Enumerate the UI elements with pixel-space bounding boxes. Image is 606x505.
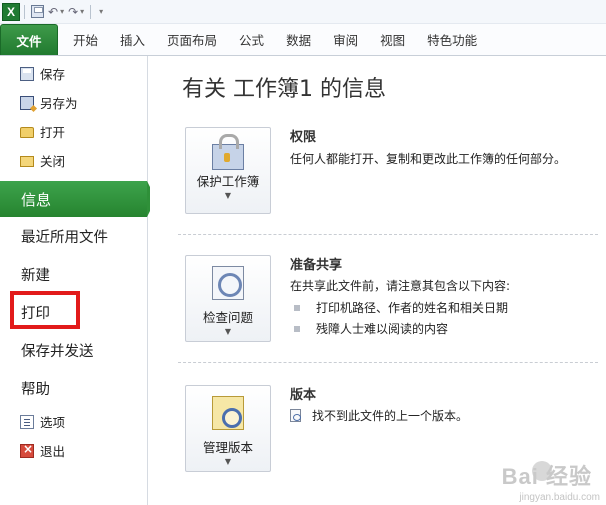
- undo-icon[interactable]: ↶ ▾: [46, 3, 66, 21]
- nav-item-save-and-send[interactable]: 保存并发送: [0, 331, 147, 369]
- ribbon-tab-bar: 文件 开始 插入 页面布局 公式 数据 审阅 视图 特色功能: [0, 24, 606, 56]
- backstage-nav: 保存 另存为 打开 关闭 信息 最近所用文件 新建 打印 保存并发送 帮助 选项…: [0, 56, 156, 505]
- chevron-down-icon: ▼: [224, 457, 232, 466]
- close-folder-icon: [20, 156, 34, 167]
- nav-item-label: 保存: [40, 67, 66, 82]
- lock-icon: [212, 134, 244, 170]
- nav-item-label: 关闭: [40, 154, 66, 169]
- print-highlight-box: [10, 291, 80, 329]
- tab-home[interactable]: 开始: [62, 24, 109, 55]
- save-as-icon: [20, 95, 34, 110]
- manage-versions-button[interactable]: 管理版本 ▼: [185, 385, 271, 472]
- watermark-logo-text: Bai 经验: [501, 464, 592, 489]
- nav-item-help[interactable]: 帮助: [0, 369, 147, 407]
- nav-item-exit[interactable]: 退出: [0, 436, 147, 465]
- tab-page-layout[interactable]: 页面布局: [156, 24, 228, 55]
- section-heading: 权限: [290, 130, 317, 145]
- nav-item-label: 退出: [40, 444, 66, 459]
- open-folder-icon: [20, 127, 34, 138]
- nav-item-info[interactable]: 信息: [0, 181, 156, 217]
- tab-review[interactable]: 审阅: [322, 24, 369, 55]
- nav-item-label: 选项: [40, 415, 66, 430]
- watermark-url: jingyan.baidu.com: [519, 492, 600, 503]
- button-label: 检查问题: [202, 310, 253, 325]
- nav-item-label: 打开: [40, 125, 66, 140]
- list-item: 残障人士难以阅读的内容: [294, 320, 448, 337]
- chevron-down-icon: ▼: [224, 327, 232, 336]
- redo-icon[interactable]: ↷ ▾: [66, 3, 86, 21]
- bullet-icon: [294, 325, 300, 332]
- quick-access-toolbar: X ↶ ▾ ↷ ▾ ▾: [0, 0, 606, 24]
- section-body: 任何人都能打开、复制和更改此工作簿的任何部分。: [290, 152, 567, 166]
- options-icon: [20, 414, 34, 429]
- tab-formulas[interactable]: 公式: [228, 24, 275, 55]
- section-body-row: 找不到此文件的上一个版本。: [290, 407, 468, 424]
- tab-insert[interactable]: 插入: [109, 24, 156, 55]
- list-item-text: 残障人士难以阅读的内容: [316, 322, 449, 336]
- save-icon[interactable]: [29, 3, 46, 21]
- document-version-icon: [290, 409, 301, 422]
- excel-backstage-window: X ↶ ▾ ↷ ▾ ▾ 文件 开始 插入 页面布局 公式 数据 审阅 视图 特色功能…: [0, 0, 606, 505]
- button-label: 管理版本: [202, 440, 253, 455]
- nav-item-save[interactable]: 保存: [0, 59, 147, 88]
- list-item-text: 打印机路径、作者的姓名和相关日期: [316, 301, 509, 315]
- baidu-jingyan-watermark: Bai 经验 jingyan.baidu.com: [496, 457, 602, 503]
- permissions-section: 保护工作簿 ▼ 权限 任何人都能打开、复制和更改此工作簿的任何部分。: [178, 126, 598, 226]
- manage-versions-icon: [212, 396, 244, 430]
- inspect-document-icon: [212, 266, 244, 300]
- nav-item-open[interactable]: 打开: [0, 117, 147, 146]
- chevron-down-icon[interactable]: ▾: [95, 3, 105, 21]
- section-heading: 版本: [290, 388, 317, 403]
- nav-item-save-as[interactable]: 另存为: [0, 88, 147, 117]
- page-title: 有关 工作簿1 的信息: [182, 77, 386, 102]
- nav-item-recent[interactable]: 最近所用文件: [0, 217, 147, 255]
- tab-view[interactable]: 视图: [369, 24, 416, 55]
- button-label: 保护工作簿: [196, 174, 260, 189]
- toolbar-separator: [90, 4, 92, 19]
- tab-data[interactable]: 数据: [275, 24, 322, 55]
- save-icon: [20, 66, 34, 81]
- tab-file[interactable]: 文件: [0, 24, 58, 55]
- list-item: 打印机路径、作者的姓名和相关日期: [294, 299, 508, 316]
- nav-item-close[interactable]: 关闭: [0, 146, 147, 175]
- protect-workbook-button[interactable]: 保护工作簿 ▼: [185, 127, 271, 214]
- tab-special-features[interactable]: 特色功能: [416, 24, 488, 55]
- section-body: 在共享此文件前，请注意其包含以下内容:: [290, 279, 511, 293]
- toolbar-separator: [24, 4, 25, 19]
- nav-item-label: 另存为: [40, 96, 78, 111]
- section-body: 找不到此文件的上一个版本。: [312, 409, 469, 423]
- excel-app-icon[interactable]: X: [2, 2, 20, 21]
- info-panel: 有关 工作簿1 的信息 保护工作簿 ▼ 权限 任何人都能打开、复制和更改此工作簿…: [150, 56, 606, 505]
- nav-item-options[interactable]: 选项: [0, 407, 147, 436]
- chevron-down-icon: ▼: [224, 191, 232, 200]
- nav-item-new[interactable]: 新建: [0, 255, 147, 293]
- section-heading: 准备共享: [290, 258, 343, 273]
- section-divider: [178, 362, 598, 363]
- exit-icon: [20, 442, 34, 458]
- prepare-sharing-section: 检查问题 ▼ 准备共享 在共享此文件前，请注意其包含以下内容: 打印机路径、作者…: [178, 254, 598, 354]
- section-divider: [178, 234, 598, 235]
- check-issues-button[interactable]: 检查问题 ▼: [185, 255, 271, 342]
- bullet-icon: [294, 304, 300, 311]
